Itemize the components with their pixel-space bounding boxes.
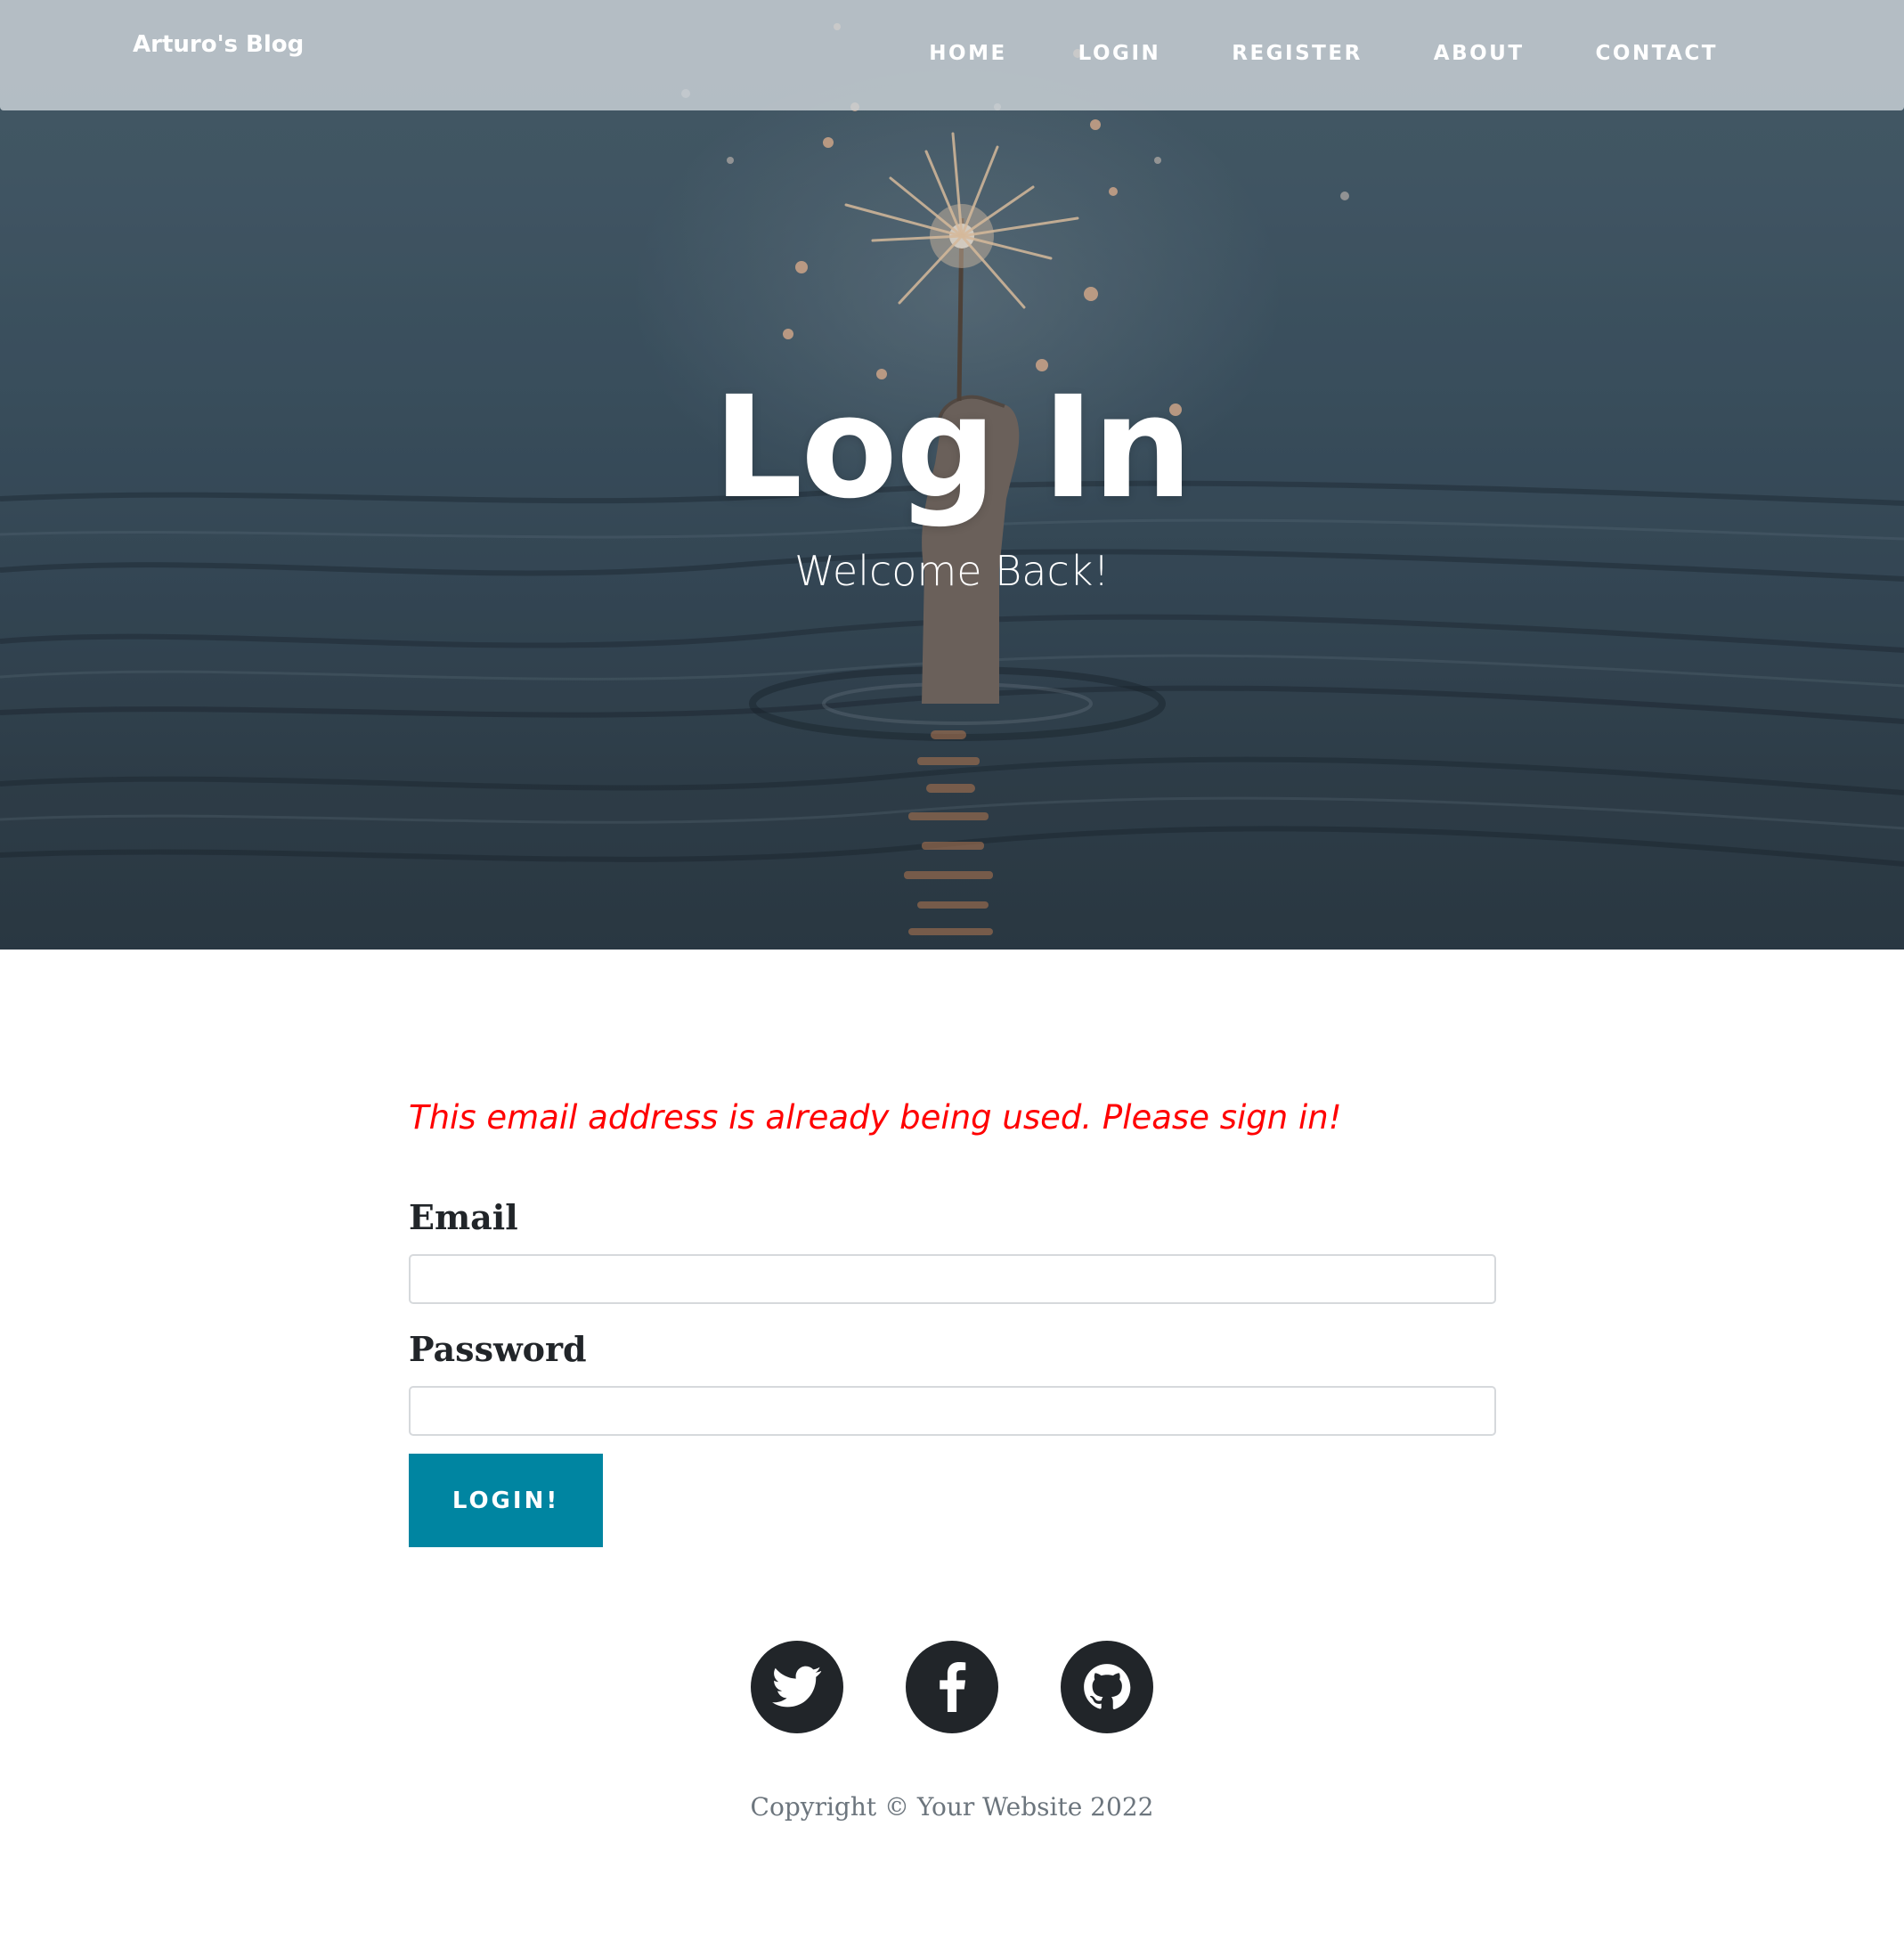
- nav-item-home: HOME: [929, 36, 1006, 71]
- facebook-icon: [940, 1662, 966, 1712]
- github-link[interactable]: [1061, 1641, 1153, 1733]
- hero-header: Log In Welcome Back!: [0, 0, 1904, 950]
- email-label: Email: [409, 1197, 518, 1237]
- page-subtitle: Welcome Back!: [794, 547, 1110, 595]
- copyright-text: Copyright © Your Website 2022: [750, 1792, 1154, 1822]
- password-group: Password: [409, 1327, 1496, 1436]
- nav-item-login: LOGIN: [1078, 36, 1161, 71]
- nav-link-register[interactable]: REGISTER: [1232, 42, 1363, 65]
- nav-item-register: REGISTER: [1232, 36, 1363, 71]
- nav-item-about: ABOUT: [1434, 36, 1525, 71]
- page-title: Log In: [712, 366, 1193, 530]
- facebook-link[interactable]: [906, 1641, 998, 1733]
- password-label: Password: [409, 1329, 587, 1369]
- nav-link-contact[interactable]: CONTACT: [1596, 42, 1718, 65]
- nav-link-about[interactable]: ABOUT: [1434, 42, 1525, 65]
- brand-link[interactable]: Arturo's Blog: [133, 27, 304, 62]
- main-content: This email address is already being used…: [409, 1087, 1496, 1547]
- twitter-icon: [772, 1666, 822, 1708]
- login-form: Email Password LOGIN!: [409, 1195, 1496, 1547]
- nav-links: HOME LOGIN REGISTER ABOUT CONTACT: [858, 36, 1718, 71]
- twitter-link[interactable]: [751, 1641, 843, 1733]
- password-field[interactable]: [409, 1386, 1496, 1436]
- email-field[interactable]: [409, 1254, 1496, 1304]
- login-button[interactable]: LOGIN!: [409, 1454, 603, 1547]
- nav-item-contact: CONTACT: [1596, 36, 1718, 71]
- navbar: Arturo's Blog HOME LOGIN REGISTER ABOUT …: [0, 0, 1904, 110]
- nav-link-login[interactable]: LOGIN: [1078, 42, 1161, 65]
- nav-link-home[interactable]: HOME: [929, 42, 1006, 65]
- github-icon: [1084, 1664, 1131, 1710]
- social-links: [0, 1641, 1904, 1733]
- flash-message: This email address is already being used…: [409, 1098, 1342, 1137]
- email-group: Email: [409, 1195, 1496, 1304]
